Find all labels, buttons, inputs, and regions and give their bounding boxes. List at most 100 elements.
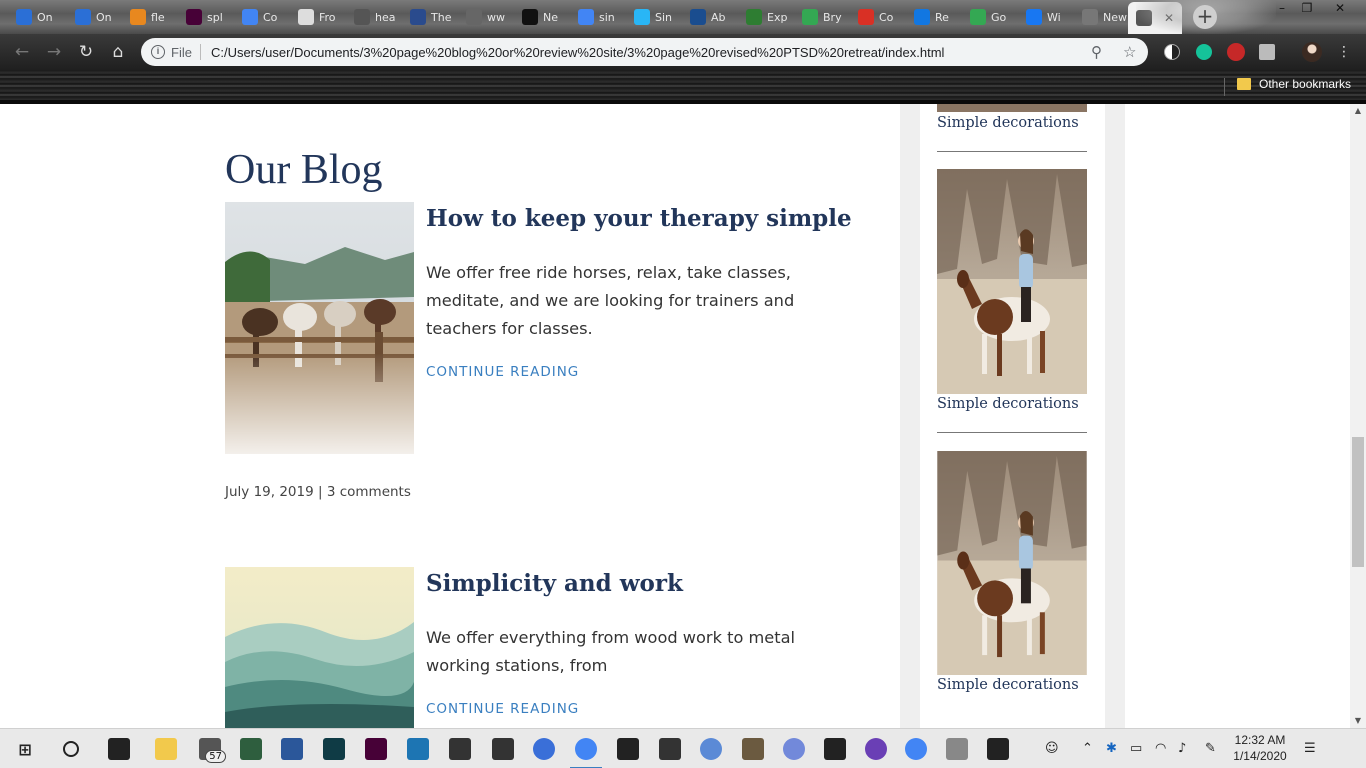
browser-tab[interactable]: On [8,4,62,30]
photos-icon [987,738,1009,760]
taskbar-item[interactable]: ⊞ [5,729,45,768]
taskbar-item[interactable] [356,729,396,768]
info-icon[interactable]: i [151,45,165,59]
menu-icon[interactable]: ⋮ [1333,42,1355,64]
sidebar-image-rider[interactable] [937,169,1087,394]
address-divider [199,44,201,60]
browser-tab[interactable]: On [67,4,121,30]
post-title-1[interactable]: How to keep your therapy simple [426,205,852,232]
grammarly-extension-icon[interactable] [1196,44,1212,60]
browser-tab[interactable]: The [402,4,456,30]
reload-button[interactable]: ↻ [75,42,97,64]
browser-tab[interactable]: Exp [738,4,792,30]
battery-icon[interactable]: ▭ [1130,741,1142,756]
zoom-icon[interactable]: ⚲ [1091,43,1102,61]
taskbar-item[interactable] [146,729,186,768]
close-tab-icon[interactable]: ✕ [1164,11,1174,25]
browser-tab[interactable]: Bry [794,4,848,30]
restore-button[interactable]: ❐ [1295,0,1319,18]
sidebar-image-partial[interactable] [937,104,1087,112]
browser-tab[interactable]: fle [122,4,176,30]
browser-tab[interactable]: Wi [1018,4,1072,30]
forward-button[interactable]: → [43,42,65,64]
scroll-up-arrow-icon[interactable]: ▲ [1350,104,1366,118]
taskbar-item[interactable] [398,729,438,768]
tab-active[interactable]: ✕ [1128,2,1182,34]
address-url[interactable]: C:/Users/user/Documents/3%20page%20blog%… [211,45,944,60]
people-icon[interactable]: ☺ [1045,741,1059,756]
tab-label: Ab [711,10,726,24]
continue-reading-link-2[interactable]: CONTINUE READING [426,701,579,717]
sidebar-caption-2[interactable]: Simple decorations [937,396,1079,412]
browser-tab[interactable]: Co [850,4,904,30]
tray-overflow-icon[interactable]: ⌃ [1082,741,1093,756]
cortana-icon [63,741,79,757]
home-button[interactable]: ⌂ [107,42,129,64]
browser-tab[interactable]: Fro [290,4,344,30]
taskbar-item[interactable] [99,729,139,768]
close-window-button[interactable]: ✕ [1328,0,1352,18]
tab-label: hea [375,10,396,24]
browser-tab[interactable]: New Ta [1074,4,1128,30]
map-pin-icon [75,9,91,25]
browser-tab[interactable]: spl [178,4,232,30]
browser-tab[interactable]: Co [234,4,288,30]
taskbar-item[interactable] [51,729,91,768]
file-explorer-icon [155,738,177,760]
notifications-icon[interactable]: ☰ [1304,741,1316,756]
scrollbar-thumb[interactable] [1352,437,1364,567]
taskbar-item[interactable] [937,729,977,768]
taskbar-clock[interactable]: 12:32 AM 1/14/2020 [1232,732,1288,764]
wifi-icon[interactable]: ◠ [1155,741,1166,756]
sidebar-caption-3[interactable]: Simple decorations [937,677,1079,693]
browser-tab[interactable]: Ab [682,4,736,30]
taskbar-item[interactable] [524,729,564,768]
new-tab-button[interactable]: + [1193,5,1217,29]
taskbar-item[interactable] [896,729,936,768]
browser-tab[interactable]: Go [962,4,1016,30]
taskbar-item[interactable] [978,729,1018,768]
taskbar-item[interactable] [691,729,731,768]
sidebar-caption-1[interactable]: Simple decorations [937,115,1079,131]
continue-reading-link-1[interactable]: CONTINUE READING [426,364,579,380]
back-button[interactable]: ← [11,42,33,64]
browser-tab[interactable]: Sin [626,4,680,30]
taskbar-item[interactable] [314,729,354,768]
taskbar-item[interactable] [483,729,523,768]
sidebar-image-rider[interactable] [937,451,1087,675]
taskbar-item[interactable] [815,729,855,768]
taskbar-item[interactable] [231,729,271,768]
minimize-button[interactable]: – [1270,0,1294,18]
taskbar-item[interactable] [440,729,480,768]
dark-mode-extension-icon[interactable] [1164,44,1180,60]
taskbar-item[interactable] [566,729,606,768]
profile-avatar[interactable] [1302,42,1322,62]
post-image-horses[interactable] [225,202,414,454]
taskbar-item[interactable] [272,729,312,768]
page-scrollbar[interactable]: ▲ ▼ [1350,104,1366,728]
pen-icon[interactable]: ✎ [1205,741,1216,756]
taskbar-item[interactable] [856,729,896,768]
adblock-extension-icon[interactable] [1227,43,1245,61]
firefox-icon [533,738,555,760]
bluetooth-icon[interactable]: ✱ [1106,741,1117,756]
browser-tab[interactable]: hea [346,4,400,30]
comments-link[interactable]: 3 comments [327,484,411,500]
taskbar-item[interactable] [650,729,690,768]
browser-tab[interactable]: Ne [514,4,568,30]
other-bookmarks[interactable]: Other bookmarks [1237,77,1351,91]
bookmark-star-icon[interactable]: ☆ [1123,43,1136,61]
browser-tab[interactable]: Re [906,4,960,30]
browser-tab[interactable]: ww [458,4,512,30]
taskbar-item[interactable] [608,729,648,768]
browser-tab[interactable]: sin [570,4,624,30]
extension-icon[interactable] [1259,44,1275,60]
volume-icon[interactable]: ♪ [1178,741,1186,756]
taskbar-item[interactable] [774,729,814,768]
taskbar-item[interactable] [733,729,773,768]
post-title-2[interactable]: Simplicity and work [426,570,683,597]
taskbar-item[interactable]: 57 [190,729,230,768]
scroll-down-arrow-icon[interactable]: ▼ [1350,714,1366,728]
address-bar[interactable]: i File C:/Users/user/Documents/3%20page%… [141,38,1148,66]
post-image-mountains[interactable] [225,567,414,728]
